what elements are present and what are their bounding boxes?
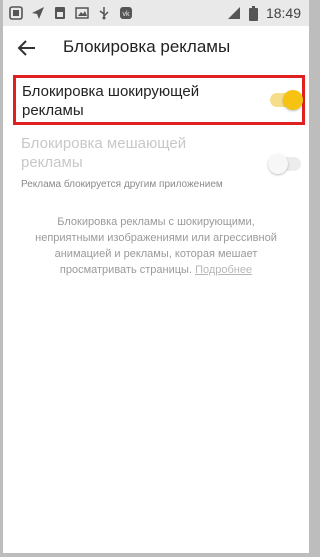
annoying-ads-toggle[interactable] (268, 154, 301, 174)
screen: vk 18:49 Блокировка рекламы Блокировка ш… (3, 0, 309, 553)
toggle-knob (268, 154, 288, 174)
more-link[interactable]: Подробнее (195, 264, 252, 276)
send-icon (32, 7, 44, 19)
vk-icon: vk (120, 7, 132, 19)
back-arrow-icon[interactable] (17, 38, 37, 58)
usb-icon (99, 7, 109, 20)
notification-icon (9, 6, 23, 20)
setting-annoying-ads-label: Блокировка мешающей рекламы (21, 135, 187, 171)
app-bar: Блокировка рекламы (3, 26, 309, 70)
toggle-knob (283, 90, 303, 110)
setting-shocking-ads-label: Блокировка шокирующей рекламы (22, 83, 200, 119)
setting-annoying-ads-subtitle: Реклама блокируется другим приложением (21, 179, 223, 190)
status-icons-right: 18:49 (227, 4, 301, 22)
status-bar: vk 18:49 (3, 0, 309, 26)
page-title: Блокировка рекламы (63, 37, 231, 56)
image-icon (75, 7, 89, 19)
svg-text:vk: vk (123, 11, 131, 18)
setting-shocking-ads[interactable]: Блокировка шокирующей рекламы (13, 75, 305, 125)
shocking-ads-toggle[interactable] (270, 90, 303, 110)
battery-icon (248, 5, 258, 21)
signal-icon (227, 7, 240, 19)
sim-icon (55, 7, 65, 19)
status-time: 18:49 (265, 5, 301, 21)
description: Блокировка рекламы с шокирующими, неприя… (23, 214, 289, 278)
status-icons-left: vk (9, 5, 133, 21)
